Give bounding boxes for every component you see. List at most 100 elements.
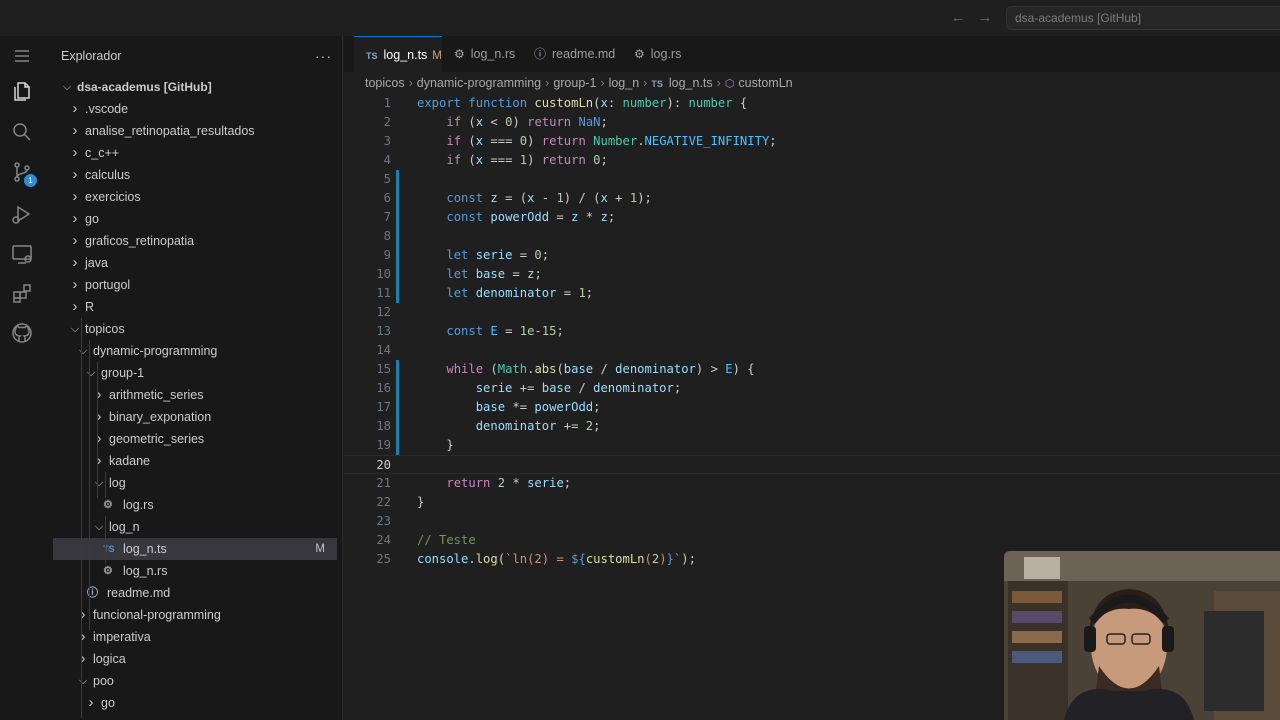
typescript-icon: TS [651,79,663,89]
tree-folder[interactable]: › binary_exponation [53,406,337,428]
code-line[interactable]: 5 [344,170,1280,189]
code-line[interactable]: 1 export function customLn(x: number): nu… [344,94,1280,113]
code-line[interactable]: 13 const E = 1e-15; [344,322,1280,341]
chevron-right-icon: › [80,628,86,645]
code-line[interactable]: 3 if (x === 0) return Number.NEGATIVE_IN… [344,132,1280,151]
command-center[interactable]: dsa-academus [GitHub] [1006,6,1280,30]
tree-item-label: kadane [109,454,151,468]
tree-folder[interactable]: › analise_retinopatia_resultados [53,120,337,142]
tree-item-label: log.rs [123,498,154,512]
breadcrumb-symbol[interactable]: customLn [738,76,792,90]
workspace-root[interactable]: ⌵ dsa-academus [GitHub] [53,76,337,98]
tree-folder[interactable]: › calculus [53,164,337,186]
tree-file[interactable]: TS log_n.ts M [53,538,337,560]
breadcrumb-file[interactable]: log_n.ts [669,76,713,90]
code-line[interactable]: 19 } [344,436,1280,455]
line-number: 20 [376,458,391,472]
tree-item-label: poo [93,674,114,688]
code-text: let base = z; [446,267,542,281]
chevron-right-icon: › [88,694,94,711]
tree-folder[interactable]: › geometric_series [53,428,337,450]
chevron-right-icon: › [72,188,78,205]
arrow-left-icon[interactable]: ← [949,9,967,26]
menu-icon[interactable] [8,42,36,70]
code-line[interactable]: 14 [344,341,1280,360]
code-line[interactable]: 10 let base = z; [344,265,1280,284]
code-line[interactable]: 21 return 2 * serie; [344,474,1280,493]
tree-item-label: portugol [85,278,131,292]
tree-file[interactable]: ⓘ readme.md [53,582,337,604]
tree-folder[interactable]: › go [53,692,337,714]
tab-log-n-ts[interactable]: TS log_n.ts M [354,36,442,72]
code-line[interactable]: 17 base *= powerOdd; [344,398,1280,417]
chevron-right-icon: › [80,650,86,667]
code-text: serie += base / denominator; [475,381,682,395]
tree-folder[interactable]: › exercicios [53,186,337,208]
code-line[interactable]: 15 while (Math.abs(base / denominator) >… [344,360,1280,379]
code-text: const E = 1e-15; [446,324,564,338]
tab-log-n-rs[interactable]: ⚙ log_n.rs [442,36,522,72]
code-line[interactable]: 20 [344,455,1280,474]
tree-folder[interactable]: ⌵ poo [53,670,337,692]
tree-file[interactable]: ⚙ log_n.rs [53,560,337,582]
run-debug-icon[interactable] [8,200,36,228]
github-icon[interactable] [8,319,36,347]
search-icon[interactable] [8,118,36,146]
code-line[interactable]: 23 [344,512,1280,531]
code-line[interactable]: 7 const powerOdd = z * z; [344,208,1280,227]
tree-folder[interactable]: › go [53,208,337,230]
tree-folder[interactable]: ⌵ log_n [53,516,337,538]
indent-guide [81,318,82,718]
chevron-right-icon: › [96,408,102,425]
tree-folder[interactable]: › imperativa [53,626,337,648]
tree-item-label: graficos_retinopatia [85,234,195,248]
code-line[interactable]: 12 [344,303,1280,322]
breadcrumb-item[interactable]: topicos [365,76,405,90]
code-line[interactable]: 8 [344,227,1280,246]
code-line[interactable]: 16 serie += base / denominator; [344,379,1280,398]
tree-folder[interactable]: ⌵ dynamic-programming [53,340,337,362]
source-control-icon[interactable]: 1 [8,158,37,187]
code-line[interactable]: 6 const z = (x - 1) / (x + 1); [344,189,1280,208]
code-line[interactable]: 18 denominator += 2; [344,417,1280,436]
tree-folder[interactable]: › portugol [53,274,337,296]
tree-folder[interactable]: › logica [53,648,337,670]
code-line[interactable]: 9 let serie = 0; [344,246,1280,265]
tree-folder[interactable]: ⌵ topicos [53,318,337,340]
code-line[interactable]: 24 // Teste [344,531,1280,550]
tab-log-rs[interactable]: ⚙ log.rs [622,36,692,72]
code-line[interactable]: 11 let denominator = 1; [344,284,1280,303]
tree-folder[interactable]: › funcional-programming [53,604,337,626]
webcam-video [1004,551,1280,720]
tree-folder[interactable]: › kadane [53,450,337,472]
code-line[interactable]: 2 if (x < 0) return NaN; [344,113,1280,132]
arrow-right-icon[interactable]: → [976,9,994,26]
files-icon[interactable] [8,77,36,105]
breadcrumb-item[interactable]: log_n [609,76,640,90]
remote-explorer-icon[interactable] [8,240,36,268]
tree-folder[interactable]: › .vscode [53,98,337,120]
git-change-marker [396,170,399,303]
line-number: 9 [383,248,391,262]
code-line[interactable]: 4 if (x === 1) return 0; [344,151,1280,170]
extensions-icon[interactable] [8,280,36,308]
tree-item-label: go [85,212,99,226]
breadcrumb-item[interactable]: group-1 [553,76,596,90]
breadcrumb-item[interactable]: dynamic-programming [417,76,541,90]
chevron-down-icon: ⌵ [70,323,80,335]
tree-folder[interactable]: › R [53,296,337,318]
tree-folder[interactable]: › arithmetic_series [53,384,337,406]
tree-folder[interactable]: ⌵ log [53,472,337,494]
code-line[interactable]: 22} [344,493,1280,512]
indent-guide [89,340,90,630]
tree-folder[interactable]: › c_c++ [53,142,337,164]
explorer-title: Explorador [61,49,122,63]
tab-readme-md[interactable]: ⓘ readme.md [522,36,622,72]
code-text: let serie = 0; [446,248,550,262]
tree-folder[interactable]: ⌵ group-1 [53,362,337,384]
tree-file[interactable]: ⚙ log.rs [53,494,337,516]
chevron-down-icon: ⌵ [86,367,96,379]
tree-folder[interactable]: › java [53,252,337,274]
more-actions-icon[interactable]: ··· [315,48,332,64]
tree-folder[interactable]: › graficos_retinopatia [53,230,337,252]
